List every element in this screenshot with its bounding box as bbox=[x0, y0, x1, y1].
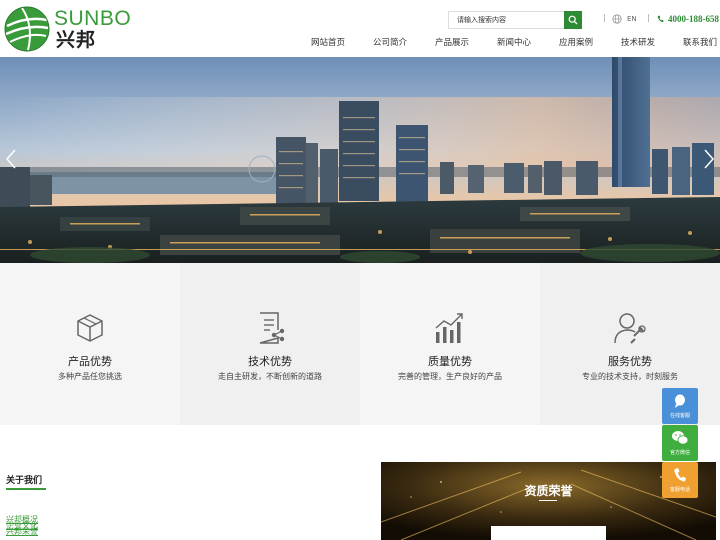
service-person-icon bbox=[614, 313, 646, 344]
document-tech-icon bbox=[259, 312, 285, 344]
hero-banner bbox=[0, 57, 720, 263]
logo[interactable]: SUNBO 兴邦 bbox=[4, 6, 134, 52]
nav-item-rnd[interactable]: 技术研发 bbox=[621, 37, 655, 49]
main-nav: 网站首页 公司简介 产品展示 新闻中心 应用案例 技术研发 联系我们 bbox=[300, 37, 720, 51]
advantage-card-technology[interactable]: 技术优势 走自主研发，不断创新的道路 bbox=[180, 263, 360, 425]
nav-item-products[interactable]: 产品展示 bbox=[435, 37, 469, 49]
globe-logo-icon bbox=[4, 6, 50, 52]
logo-wordmark: SUNBO bbox=[54, 7, 132, 30]
page: SUNBO 兴邦 EN 400 bbox=[0, 0, 720, 540]
advantage-desc: 多种产品任您挑选 bbox=[58, 372, 122, 381]
city-skyline-image bbox=[0, 57, 720, 263]
advantage-title: 质量优势 bbox=[428, 355, 472, 368]
banner-prev-arrow[interactable] bbox=[4, 149, 18, 169]
phone-service-label: 客服电话 bbox=[669, 487, 690, 493]
logo-chinese-name: 兴邦 bbox=[56, 29, 97, 51]
bar-chart-icon bbox=[435, 313, 463, 343]
online-service-button[interactable]: 在线客服 bbox=[662, 388, 698, 424]
nav-item-cases[interactable]: 应用案例 bbox=[559, 37, 593, 49]
wechat-icon bbox=[672, 431, 689, 445]
about-link-honors[interactable]: 兴邦荣誉 bbox=[6, 526, 38, 537]
hotline: 4000-188-658 bbox=[657, 12, 719, 26]
search-box bbox=[448, 11, 582, 29]
search-input[interactable] bbox=[448, 11, 564, 29]
search-icon bbox=[568, 15, 578, 25]
phone-icon bbox=[674, 468, 686, 482]
box-icon bbox=[77, 314, 103, 342]
wechat-button[interactable]: 官方微信 bbox=[662, 425, 698, 461]
divider bbox=[604, 14, 605, 22]
about-links: 兴邦概况 企业文化 兴邦荣誉 bbox=[6, 514, 66, 540]
nav-item-home[interactable]: 网站首页 bbox=[311, 37, 345, 49]
banner-next-arrow[interactable] bbox=[702, 149, 716, 169]
about-title-underline bbox=[6, 488, 46, 490]
advantage-title: 产品优势 bbox=[68, 355, 112, 368]
advantage-card-products[interactable]: 产品优势 多种产品任您挑选 bbox=[0, 263, 180, 425]
chat-bubble-icon bbox=[675, 394, 685, 408]
nav-item-about[interactable]: 公司简介 bbox=[373, 37, 407, 49]
nav-item-contact[interactable]: 联系我们 bbox=[683, 37, 717, 49]
search-button[interactable] bbox=[564, 11, 582, 29]
advantage-desc: 专业的技术支持，时刻服务 bbox=[582, 372, 678, 381]
globe-icon bbox=[612, 14, 622, 24]
nav-item-news[interactable]: 新闻中心 bbox=[497, 37, 531, 49]
advantage-title: 技术优势 bbox=[248, 355, 292, 368]
advantage-desc: 完善的管理，生产良好的产品 bbox=[398, 372, 502, 381]
about-section-title: 关于我们 bbox=[6, 476, 43, 486]
phone-service-button[interactable]: 客服电话 bbox=[662, 462, 698, 498]
advantages-section: 产品优势 多种产品任您挑选 技术优势 走自主研发，不断创新的道路 质量优势 完善… bbox=[0, 263, 720, 425]
divider bbox=[648, 14, 649, 22]
wechat-label: 官方微信 bbox=[669, 450, 690, 456]
site-header: SUNBO 兴邦 EN 400 bbox=[0, 0, 720, 57]
advantage-card-quality[interactable]: 质量优势 完善的管理，生产良好的产品 bbox=[360, 263, 540, 425]
advantage-title: 服务优势 bbox=[608, 355, 652, 368]
language-label: EN bbox=[627, 15, 637, 23]
language-switch[interactable]: EN bbox=[612, 12, 637, 26]
advantage-desc: 走自主研发，不断创新的道路 bbox=[218, 372, 322, 381]
phone-icon bbox=[657, 15, 664, 23]
online-service-label: 在线客服 bbox=[669, 413, 690, 419]
certificate-card[interactable] bbox=[491, 526, 606, 540]
honors-title-underline bbox=[539, 500, 557, 501]
phone-number: 4000-188-658 bbox=[668, 14, 719, 24]
